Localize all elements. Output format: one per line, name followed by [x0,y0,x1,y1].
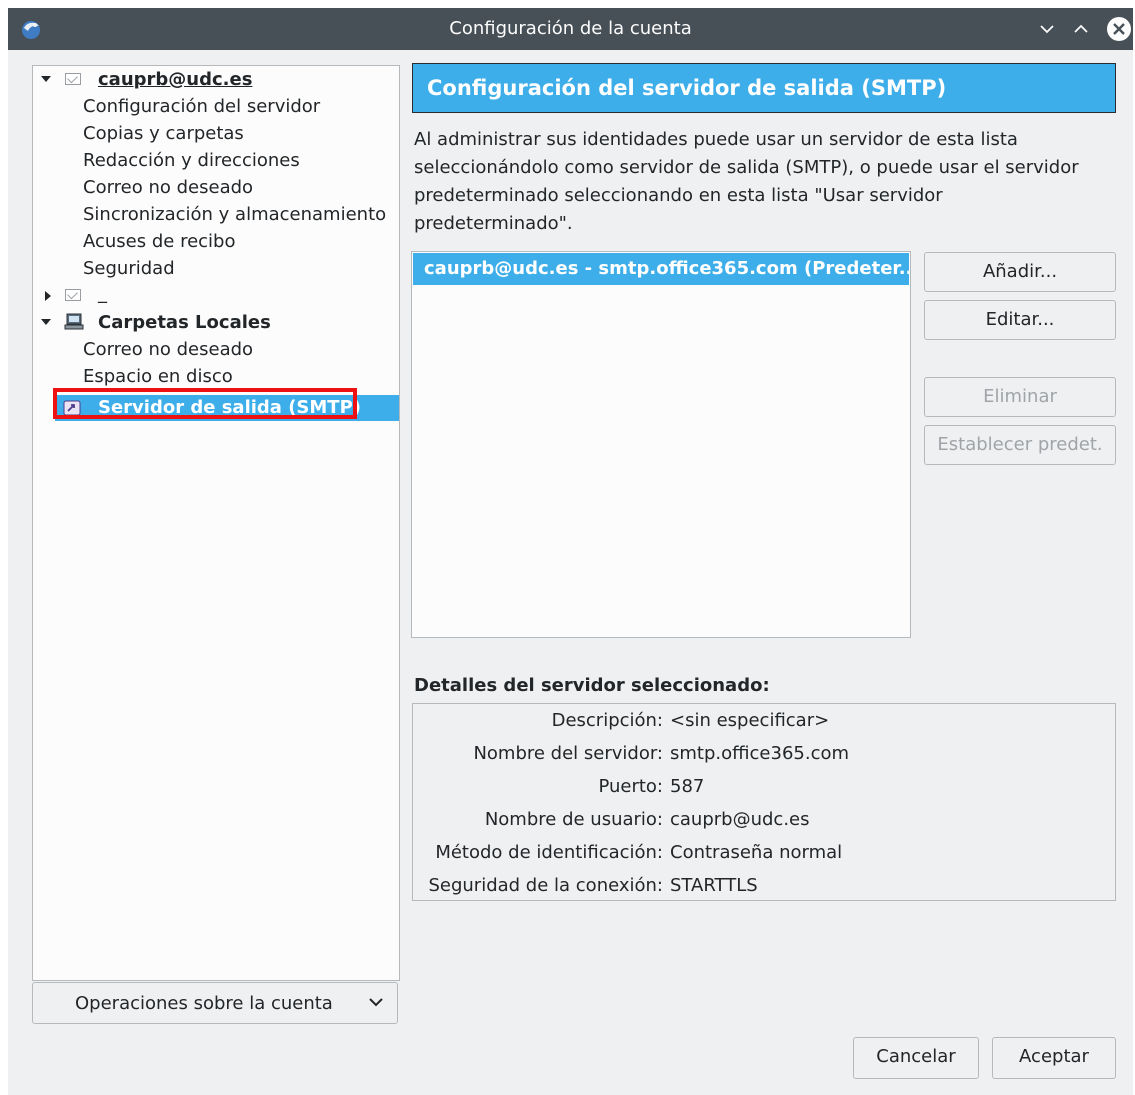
account-operations-label: Operaciones sobre la cuenta [75,993,333,1014]
detail-label: Seguridad de la conexión: [428,875,663,896]
detail-row: Nombre del servidor: smtp.office365.com [413,737,1117,770]
list-item[interactable]: cauprb@udc.es - smtp.office365.com (Pred… [413,253,909,285]
server-details: Descripción: <sin especificar> Nombre de… [412,703,1116,901]
edit-button[interactable]: Editar... [924,300,1116,340]
window-title: Configuración de la cuenta [449,18,692,39]
cancel-button[interactable]: Cancelar [853,1037,979,1079]
collapsed-arrow-icon[interactable] [43,291,53,301]
tree-item-disk-space[interactable]: Espacio en disco [83,363,233,390]
detail-label: Método de identificación: [435,842,663,863]
tree-account-collapsed[interactable]: _ [33,282,399,309]
chevron-down-icon [369,998,383,1007]
details-title: Detalles del servidor seleccionado: [414,675,770,696]
expanded-arrow-icon[interactable] [41,317,51,327]
computer-icon [64,313,84,330]
tree-item-composition[interactable]: Redacción y direcciones [83,147,300,174]
tree-collapsed-account-label: _ [98,283,107,304]
tree-local-folders[interactable]: Carpetas Locales [33,309,399,336]
detail-value: smtp.office365.com [670,743,850,764]
smtp-server-list[interactable]: cauprb@udc.es - smtp.office365.com (Pred… [411,251,911,638]
account-operations-button[interactable]: Operaciones sobre la cuenta [32,982,398,1024]
detail-label: Descripción: [551,710,663,731]
title-bar: Configuración de la cuenta [8,8,1133,50]
detail-value: <sin especificar> [670,710,830,731]
red-highlight-box [53,388,357,419]
detail-value: 587 [670,776,705,797]
mail-account-icon [65,73,81,85]
detail-label: Nombre de usuario: [484,809,663,830]
description-line: Al administrar sus identidades puede usa… [414,129,1018,150]
tree-item-copies-folders[interactable]: Copias y carpetas [83,120,244,147]
account-tree[interactable]: cauprb@udc.es Configuración del servidor… [32,65,400,981]
accept-button[interactable]: Aceptar [992,1037,1116,1079]
detail-row: Puerto: 587 [413,770,1117,803]
page-header: Configuración del servidor de salida (SM… [412,63,1116,113]
tree-account-label: cauprb@udc.es [98,69,253,90]
close-button[interactable] [1107,17,1131,41]
detail-row: Nombre de usuario: cauprb@udc.es [413,803,1117,836]
detail-row: Método de identificación: Contraseña nor… [413,836,1117,869]
detail-value: STARTTLS [670,875,758,896]
detail-value: cauprb@udc.es [670,809,810,830]
expanded-arrow-icon[interactable] [41,74,51,84]
chevron-up-icon [1074,24,1088,33]
tree-item-sync-storage[interactable]: Sincronización y almacenamiento [83,201,386,228]
tree-item-junk[interactable]: Correo no deseado [83,174,253,201]
set-default-button[interactable]: Establecer predet. [924,425,1116,465]
detail-value: Contraseña normal [670,842,843,863]
description-line: predeterminado". [414,213,573,234]
description-line: seleccionándolo como servidor de salida … [414,157,1079,178]
minimize-button[interactable] [1035,17,1059,41]
tree-item-security[interactable]: Seguridad [83,255,175,282]
detail-row: Descripción: <sin especificar> [413,704,1117,737]
close-icon [1113,23,1125,35]
tree-local-folders-label: Carpetas Locales [98,312,271,333]
page-title: Configuración del servidor de salida (SM… [427,76,947,100]
tree-item-server-settings[interactable]: Configuración del servidor [83,93,320,120]
delete-button[interactable]: Eliminar [924,377,1116,417]
chevron-down-icon [1040,25,1054,34]
detail-label: Nombre del servidor: [473,743,663,764]
mail-account-icon [65,289,81,301]
tree-item-local-junk[interactable]: Correo no deseado [83,336,253,363]
tree-item-receipts[interactable]: Acuses de recibo [83,228,236,255]
smtp-description: Al administrar sus identidades puede usa… [414,126,1104,238]
detail-label: Puerto: [598,776,663,797]
detail-row: Seguridad de la conexión: STARTTLS [413,869,1117,902]
tree-account-cauprb[interactable]: cauprb@udc.es [33,66,399,93]
description-line: predeterminado seleccionando en esta lis… [414,185,943,206]
account-settings-window: Configuración de la cuenta cauprb@udc.es… [8,8,1133,1095]
add-button[interactable]: Añadir... [924,252,1116,292]
maximize-button[interactable] [1069,17,1093,41]
